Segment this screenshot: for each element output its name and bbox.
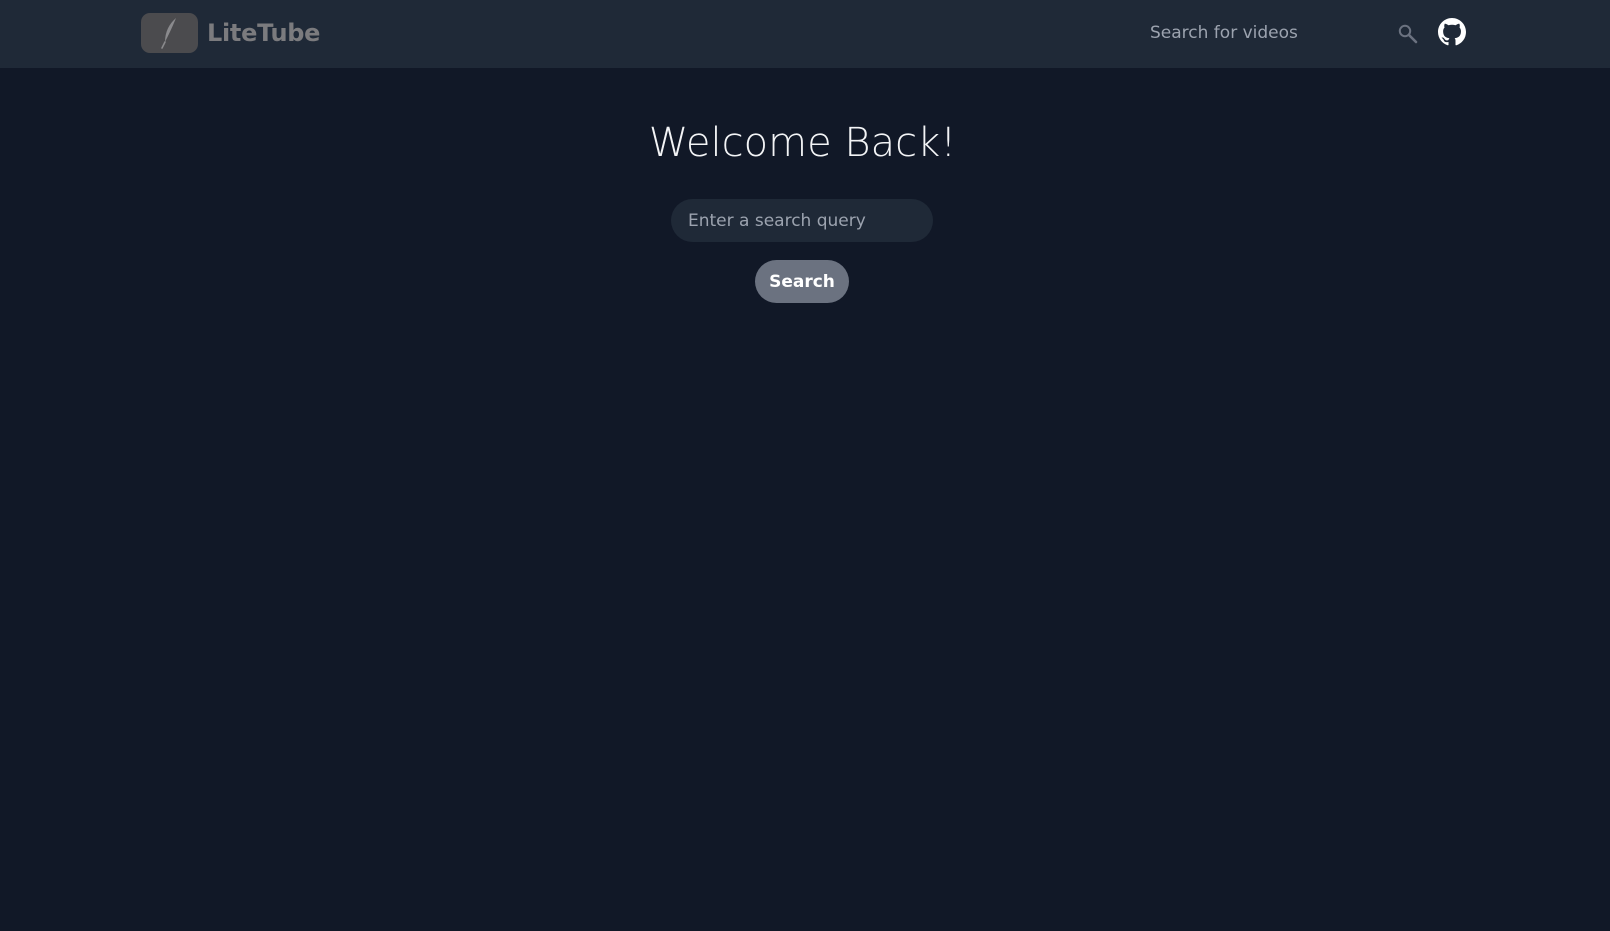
search-button[interactable]: Search	[755, 260, 849, 303]
logo-badge	[141, 13, 198, 53]
brand-name: LiteTube	[207, 19, 321, 47]
search-input[interactable]	[671, 199, 933, 242]
nav-search-button[interactable]	[1395, 21, 1421, 47]
nav-search-input[interactable]	[1140, 14, 1380, 52]
github-icon	[1438, 18, 1466, 46]
github-link[interactable]	[1437, 17, 1467, 47]
magnifier-icon	[1398, 24, 1418, 44]
feather-icon	[160, 18, 176, 49]
home-logo-link[interactable]: LiteTube	[141, 13, 320, 53]
page-title: Welcome Back!	[648, 120, 957, 166]
navbar: LiteTube	[0, 0, 1610, 68]
